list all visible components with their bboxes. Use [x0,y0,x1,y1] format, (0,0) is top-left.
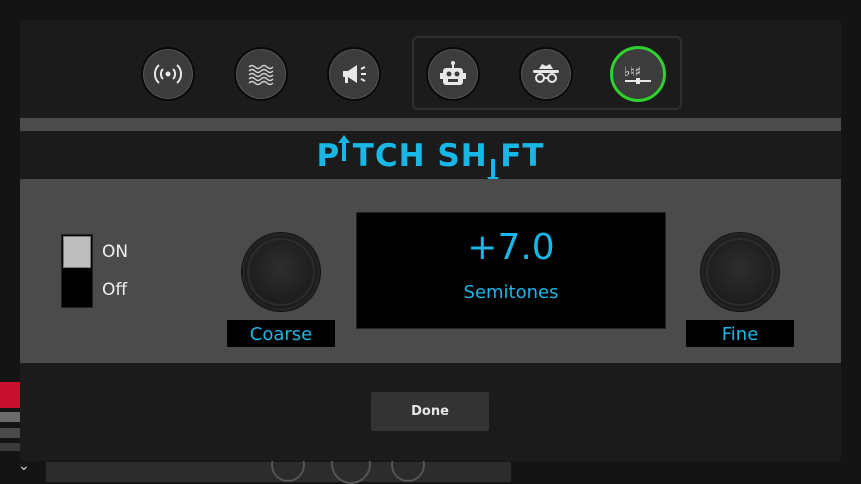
spy-disguise-icon [533,64,559,83]
distortion-effect-button[interactable] [234,47,288,101]
pitch-display: +7.0 Semitones [356,212,666,329]
svg-text:♭♮♯: ♭♮♯ [624,65,641,80]
broadcast-waves-icon [153,64,183,84]
pitch-unit: Semitones [463,282,559,303]
title-text: FT [500,138,545,174]
toggle-off-label: Off [102,280,128,300]
megaphone-effect-button[interactable] [327,47,381,101]
background-app-red-strip [0,382,20,408]
knob-ring [706,238,774,306]
background-app-strip [0,412,20,422]
toggle-on-label: ON [102,242,129,262]
robot-effect-button[interactable] [426,47,480,101]
pitch-shift-modal: ♭♮♯ PITCH SHIFT ON Off Coarse +7.0 Semit… [20,20,841,461]
coarse-label: Coarse [227,320,335,347]
arrow-up-icon [338,135,350,161]
header-divider [20,118,841,131]
robot-icon [440,61,466,85]
title-text: TCH SH [352,138,488,174]
disguise-effect-button[interactable] [519,47,573,101]
coarse-knob[interactable] [242,233,320,311]
megaphone-icon [343,65,366,83]
pitch-controls-panel: ON Off Coarse +7.0 Semitones Fine [20,179,841,363]
pitch-value: +7.0 [467,227,555,268]
toggle-knob[interactable] [63,236,91,268]
page-title: PITCH SHIFT [20,139,841,173]
flat-natural-sharp-icon: ♭♮♯ [624,65,651,84]
chain-link-mesh-icon [248,64,274,86]
knob-ring [247,238,315,306]
background-app-bottom-bar [46,444,511,484]
background-app-strip [0,428,20,438]
pitch-shift-effect-button[interactable]: ♭♮♯ [610,46,666,102]
background-app-strip [0,443,20,451]
reverb-effect-button[interactable] [141,47,195,101]
done-button[interactable]: Done [371,392,489,431]
power-toggle-switch[interactable] [61,234,93,308]
fine-label: Fine [686,320,794,347]
fine-knob[interactable] [701,233,779,311]
